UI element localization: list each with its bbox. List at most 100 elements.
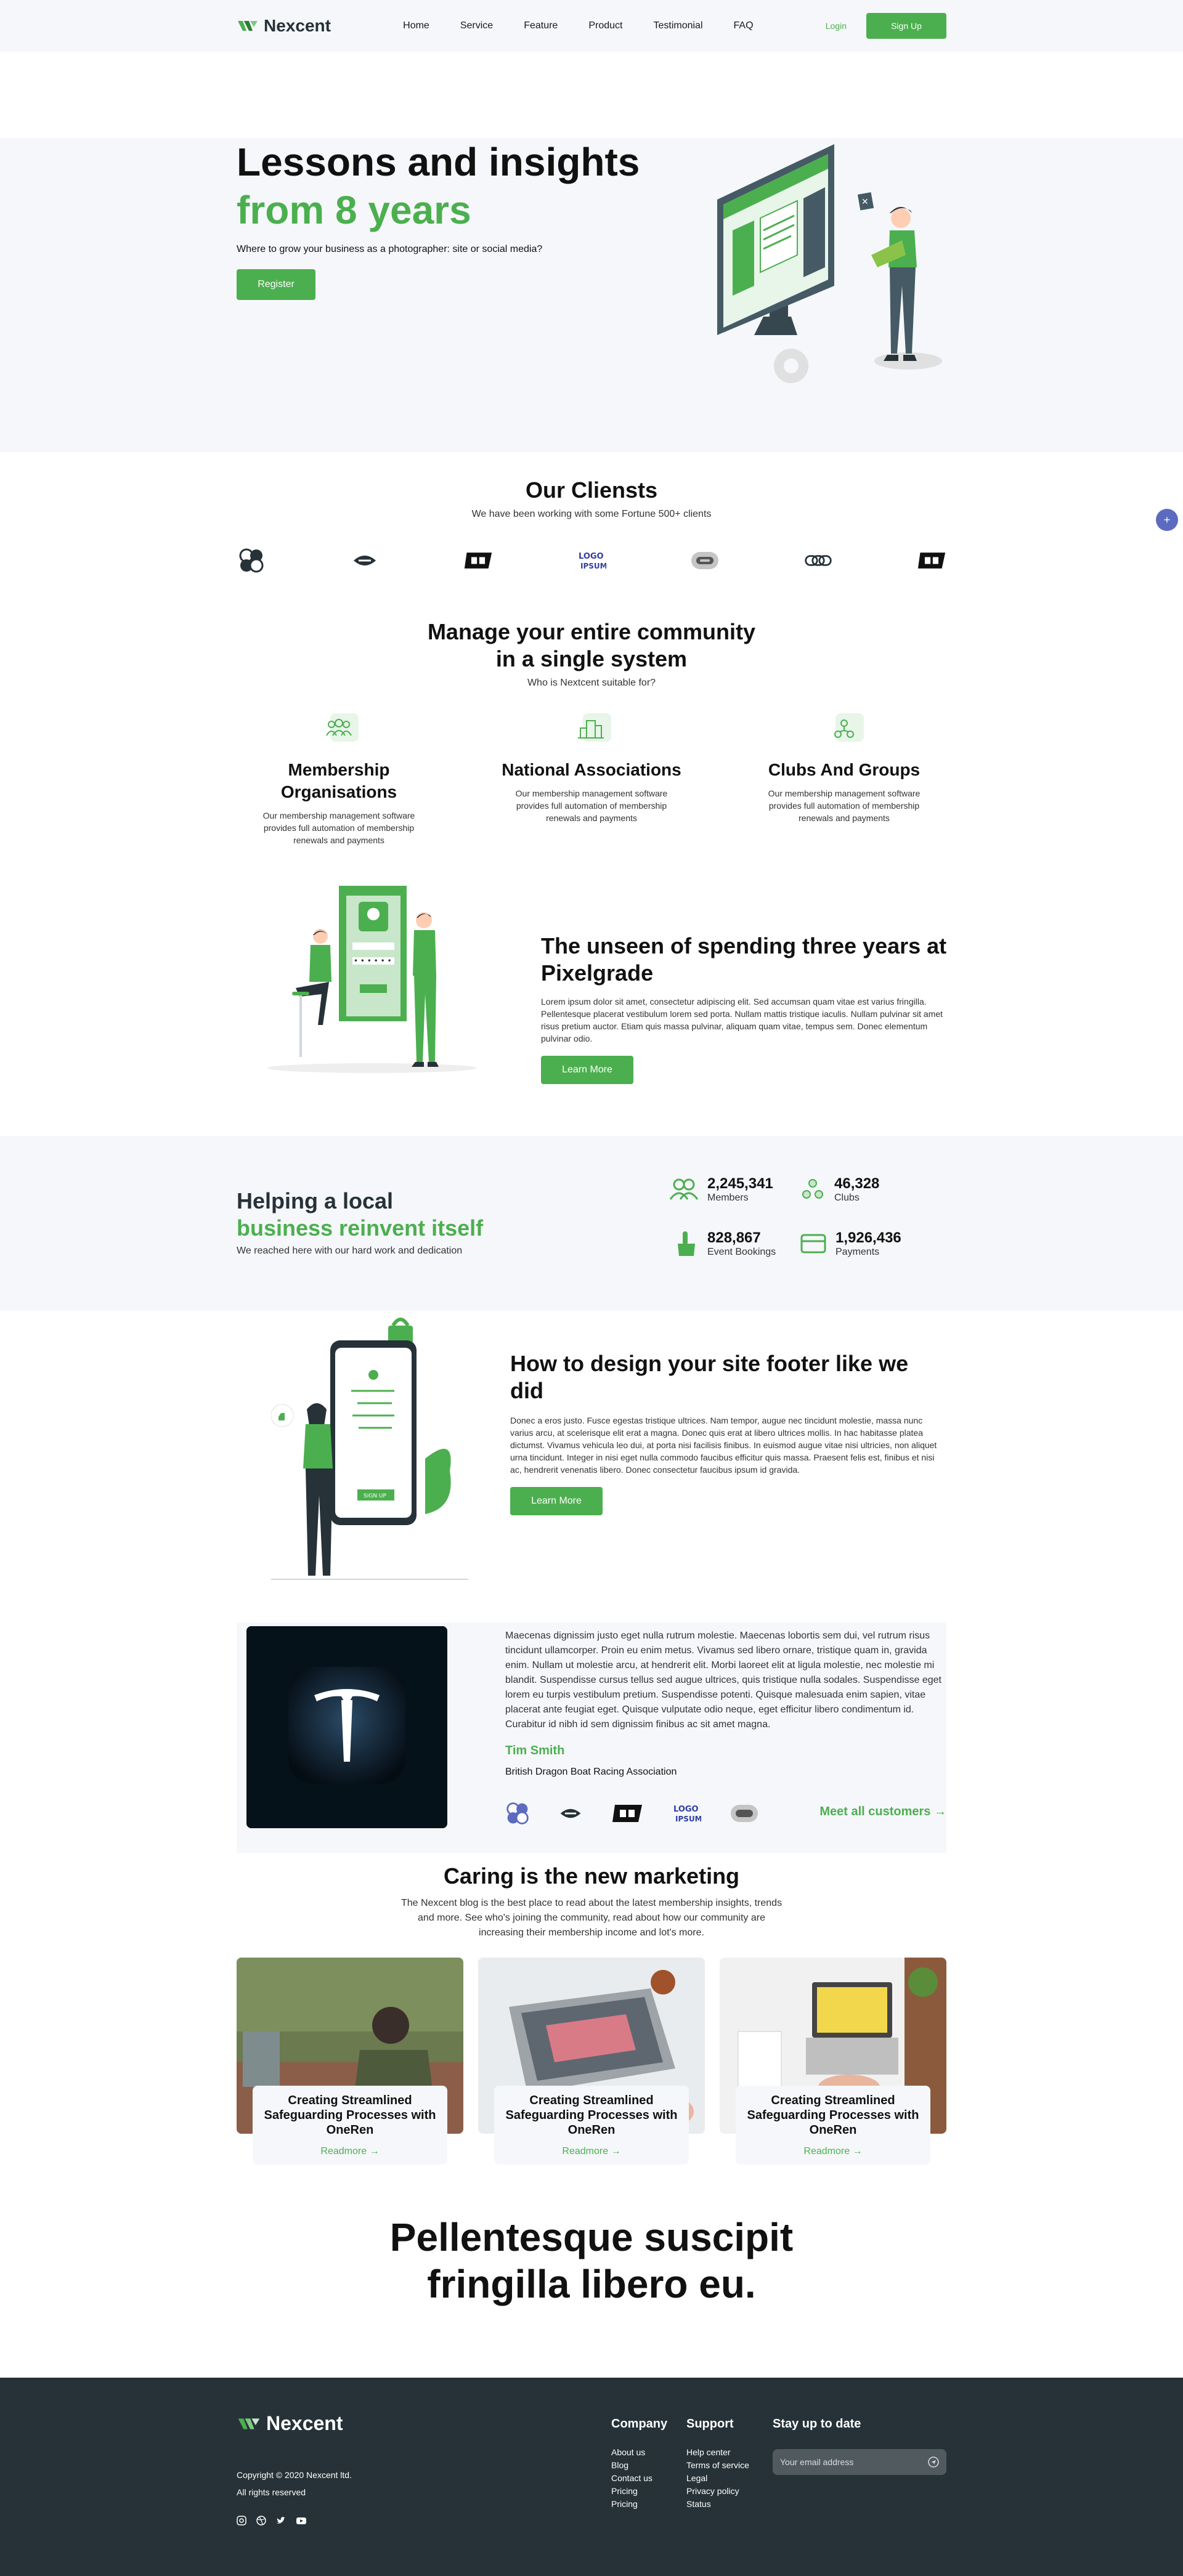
clients-title: Our Cliensts (525, 477, 658, 503)
footer-company: Company About us Blog Contact us Pricing… (611, 2417, 667, 2511)
footer-link-status[interactable]: Status (686, 2498, 749, 2511)
footer-link-privacy[interactable]: Privacy policy (686, 2485, 749, 2498)
register-button[interactable]: Register (237, 269, 315, 300)
footer-support: Support Help center Terms of service Leg… (686, 2417, 749, 2511)
brand-logo[interactable]: Nexcent (237, 16, 331, 36)
readmore-link[interactable]: Readmore → (494, 2146, 689, 2157)
stat-value: 1,926,436 (835, 1229, 901, 1246)
signup-button[interactable]: Sign Up (866, 13, 946, 39)
footer-brand-name: Nexcent (266, 2412, 343, 2434)
readmore-label: Readmore (320, 2146, 367, 2157)
svg-text:IPSUM: IPSUM (675, 1815, 701, 1823)
youtube-icon[interactable] (296, 2516, 307, 2525)
support-title: Support (686, 2417, 734, 2431)
footer-logo[interactable]: Nexcent (237, 2412, 343, 2435)
logo-icon (238, 2418, 260, 2429)
feature-list: Membership Organisations Our membership … (237, 713, 946, 846)
blog-card[interactable]: Creating Streamlined Safeguarding Proces… (237, 1958, 463, 2165)
email-field[interactable]: Your email address (773, 2449, 946, 2475)
footer-link-contact[interactable]: Contact us (611, 2472, 667, 2485)
readmore-link[interactable]: Readmore → (253, 2146, 447, 2157)
social-links (237, 2516, 307, 2525)
main-menu: Home Service Feature Product Testimonial… (403, 20, 753, 31)
footer-link-legal[interactable]: Legal (686, 2472, 749, 2485)
learn-more-button[interactable]: Learn More (541, 1056, 633, 1084)
feature-card: Clubs And Groups Our membership manageme… (752, 713, 937, 846)
community-title: Manage your entire community in a single… (237, 618, 946, 673)
send-icon[interactable] (928, 2457, 939, 2468)
nav-link-testimonial[interactable]: Testimonial (653, 20, 702, 31)
design-illustration: SIGN UP (271, 1318, 468, 1580)
community-section: Manage your entire community in a single… (237, 618, 946, 846)
footer-link-pricing[interactable]: Pricing (611, 2485, 667, 2498)
design-title: How to design your site footer like we d… (510, 1351, 909, 1403)
floating-plus-icon[interactable]: + (1156, 509, 1178, 531)
blog-card-title: Creating Streamlined Safeguarding Proces… (747, 2094, 919, 2137)
footer-link-about[interactable]: About us (611, 2446, 667, 2459)
unseen-content: The unseen of spending three years at Pi… (541, 933, 948, 1084)
stat-label: Payments (835, 1247, 880, 1257)
svg-text:• • • • • •: • • • • • • (354, 957, 392, 965)
blog-card-content: Creating Streamlined Safeguarding Proces… (253, 2086, 447, 2165)
svg-text:LOGO: LOGO (673, 1805, 699, 1814)
nav-link-faq[interactable]: FAQ (734, 20, 754, 31)
stats-section: Helping a local business reinvent itself… (0, 1136, 1183, 1311)
nav-link-feature[interactable]: Feature (524, 20, 558, 31)
feature-desc: Our membership management software provi… (515, 788, 668, 823)
blog-subtitle: The Nexcent blog is the best place to re… (400, 1898, 783, 1938)
testimonial-quote: Maecenas dignissim justo eget nulla rutr… (505, 1630, 941, 1730)
hero-illustration: ✕ (717, 144, 942, 383)
stat-members: 2,245,341 Members (669, 1175, 773, 1204)
arrow-right-icon: → (934, 1805, 946, 1818)
network-icon (824, 713, 864, 745)
unseen-title: The unseen of spending three years at Pi… (541, 933, 947, 986)
unseen-illustration: • • • • • • (267, 886, 477, 1073)
customer-logo-5 (731, 1805, 758, 1822)
client-logo-4: LOGO IPSUM (577, 546, 606, 575)
building-icon (572, 713, 611, 745)
stat-value: 2,245,341 (707, 1175, 773, 1192)
testimonial-org: British Dragon Boat Racing Association (505, 1767, 677, 1777)
footer-newsletter: Stay up to date (773, 2417, 861, 2446)
login-link[interactable]: Login (826, 21, 847, 31)
blog-title: Caring is the new marketing (443, 1863, 740, 1889)
nav-link-service[interactable]: Service (460, 20, 493, 31)
meet-all-customers-link[interactable]: Meet all customers → (819, 1805, 946, 1819)
footer-link-pricing-2[interactable]: Pricing (611, 2498, 667, 2511)
blog-card-content: Creating Streamlined Safeguarding Proces… (494, 2086, 689, 2165)
feature-title: Membership Organisations (280, 760, 397, 801)
readmore-link[interactable]: Readmore → (736, 2146, 930, 2157)
learn-more-button[interactable]: Learn More (510, 1487, 603, 1515)
footer-link-terms[interactable]: Terms of service (686, 2459, 749, 2472)
clubs-icon (802, 1179, 823, 1199)
arrow-right-icon: → (369, 2146, 380, 2157)
nav-link-home[interactable]: Home (403, 20, 429, 31)
svg-text:LOGO: LOGO (579, 552, 604, 561)
blog-cards: Creating Streamlined Safeguarding Proces… (237, 1958, 946, 2165)
cta-heading-line2: fringilla libero eu. (427, 2262, 756, 2306)
design-section: SIGN UP How to design your site footer l… (237, 1311, 946, 1614)
feature-card: National Associations Our membership man… (499, 713, 684, 846)
footer-copyright: Copyright © 2020 Nexcent ltd. All rights… (237, 2466, 352, 2501)
footer-link-blog[interactable]: Blog (611, 2459, 667, 2472)
feature-desc: Our membership management software provi… (768, 788, 921, 823)
feature-desc: Our membership management software provi… (262, 811, 415, 845)
tesla-logo (246, 1626, 447, 1828)
client-logo-6 (803, 546, 833, 575)
clients-subtitle: We have been working with some Fortune 5… (471, 509, 712, 519)
blog-card[interactable]: Creating Streamlined Safeguarding Proces… (478, 1958, 705, 2165)
stats-title-line2: business reinvent itself (237, 1215, 484, 1241)
nav-link-product[interactable]: Product (588, 20, 622, 31)
footer-link-help[interactable]: Help center (686, 2446, 749, 2459)
instagram-icon[interactable] (237, 2516, 246, 2525)
client-logo-3 (463, 546, 493, 575)
blog-card[interactable]: Creating Streamlined Safeguarding Proces… (720, 1958, 946, 2165)
footer: Nexcent Copyright © 2020 Nexcent ltd. Al… (0, 2378, 1183, 2576)
testimonial-image (246, 1626, 447, 1828)
design-content: How to design your site footer like we d… (510, 1350, 948, 1515)
twitter-icon[interactable] (276, 2516, 286, 2525)
design-body: Donec a eros justo. Fusce egestas tristi… (510, 1416, 937, 1475)
dribbble-icon[interactable] (256, 2516, 266, 2525)
hand-tap-icon (678, 1231, 695, 1256)
blog-card-title: Creating Streamlined Safeguarding Proces… (505, 2094, 678, 2137)
